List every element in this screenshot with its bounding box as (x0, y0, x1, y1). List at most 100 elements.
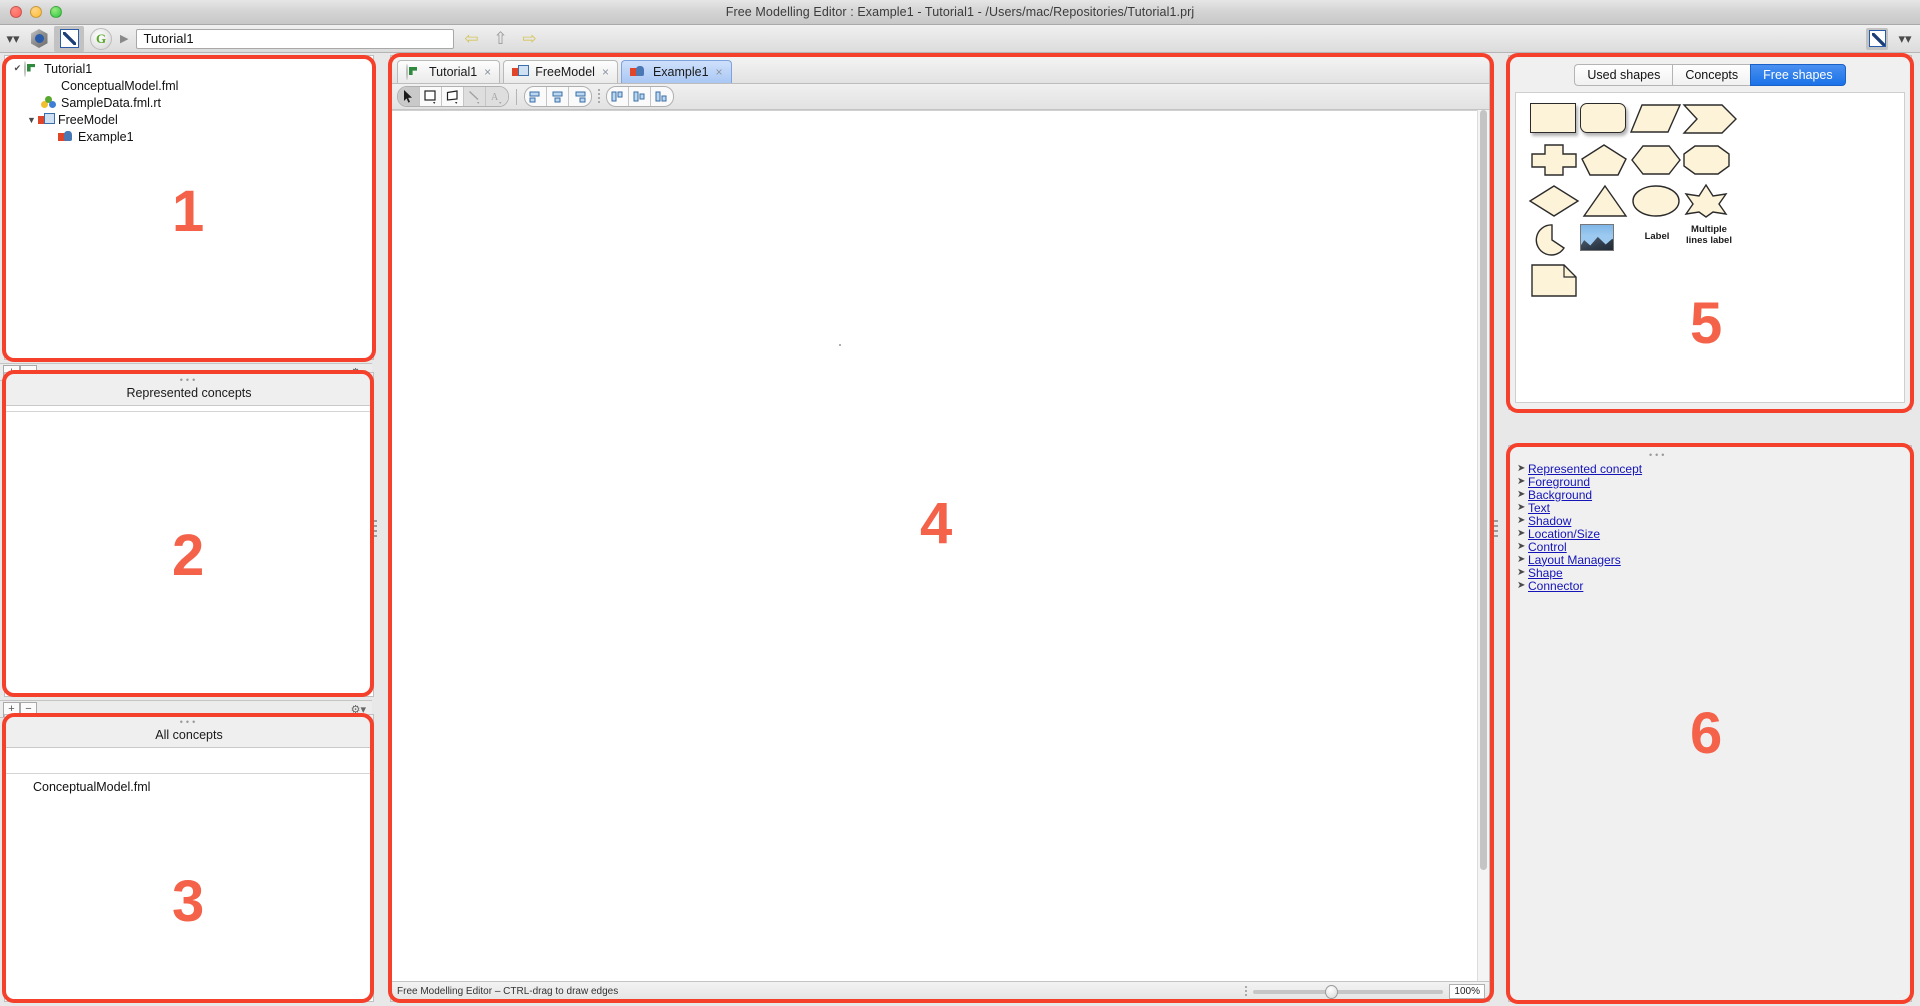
tree-row[interactable]: Example1 (5, 129, 373, 144)
pie-shape[interactable] (1528, 223, 1584, 263)
star-shape[interactable] (1682, 183, 1738, 223)
chevron-right-icon[interactable]: ➤ (1517, 463, 1528, 474)
chevron-right-icon[interactable]: ➤ (1517, 489, 1528, 500)
chevron-right-icon[interactable]: ➤ (1517, 515, 1528, 526)
scrollbar-thumb[interactable] (1480, 110, 1487, 870)
chevron-right-icon[interactable]: ➤ (1517, 554, 1528, 565)
property-label[interactable]: Location/Size (1528, 527, 1600, 541)
canvas-vertical-scrollbar[interactable] (1477, 110, 1489, 981)
diamond-shape[interactable] (1528, 183, 1584, 223)
distribute-middle-icon[interactable] (629, 87, 651, 106)
property-row-layout-managers[interactable]: ➤ Layout Managers (1517, 553, 1642, 567)
property-label[interactable]: Shadow (1528, 514, 1571, 528)
property-row-shape[interactable]: ➤ Shape (1517, 566, 1642, 580)
tab-concepts[interactable]: Concepts (1672, 64, 1751, 86)
up-button[interactable]: ⇧ (488, 29, 512, 49)
chevron-right-icon[interactable]: ➤ (1517, 502, 1528, 513)
line-tool-icon[interactable] (464, 87, 486, 106)
align-left-icon[interactable] (525, 87, 547, 106)
close-icon[interactable]: × (716, 65, 723, 79)
tree-row[interactable]: ▼ FreeModel (5, 112, 373, 127)
property-row-foreground[interactable]: ➤ Foreground (1517, 475, 1642, 489)
property-row-represented-concept[interactable]: ➤ Represented concept (1517, 462, 1642, 476)
property-label[interactable]: Background (1528, 488, 1592, 502)
label-shape[interactable]: Label (1632, 231, 1682, 271)
note-shape[interactable] (1530, 263, 1586, 303)
rounded-rectangle-shape[interactable] (1580, 103, 1636, 143)
panel-grip-icon[interactable]: ••• (5, 376, 373, 385)
all-concepts-filter-row[interactable] (5, 748, 373, 774)
double-chevron-down-icon[interactable]: ▾▾ (2, 26, 24, 52)
list-item[interactable]: ConceptualModel.fml (5, 778, 373, 796)
cube-app-icon[interactable] (24, 26, 54, 52)
tab-label: Tutorial1 (429, 65, 478, 79)
expand-arrow-icon[interactable]: ▶ (120, 32, 128, 45)
property-label[interactable]: Connector (1528, 579, 1583, 593)
chevron-right-icon[interactable]: ➤ (1517, 541, 1528, 552)
select-tool-icon[interactable] (398, 87, 420, 106)
property-row-background[interactable]: ➤ Background (1517, 488, 1642, 502)
chevron-right-icon[interactable]: ➤ (1517, 476, 1528, 487)
zoom-slider[interactable] (1253, 984, 1444, 999)
rectangle-tool-icon[interactable] (420, 87, 442, 106)
octagon-shape[interactable] (1682, 143, 1738, 183)
polygon-tool-icon[interactable] (442, 87, 464, 106)
g-badge-icon[interactable]: G (90, 27, 112, 50)
image-shape[interactable] (1580, 224, 1636, 264)
close-icon[interactable]: × (484, 65, 491, 79)
property-label[interactable]: Shape (1528, 566, 1563, 580)
left-splitter-handle[interactable] (373, 520, 377, 540)
zoom-level-value[interactable]: 100% (1449, 984, 1485, 999)
tree-twisty[interactable]: ▼ (25, 115, 38, 125)
close-icon[interactable]: × (602, 65, 609, 79)
text-tool-icon[interactable]: A (486, 87, 508, 106)
property-row-shadow[interactable]: ➤ Shadow (1517, 514, 1642, 528)
zoom-slider-knob[interactable] (1325, 984, 1339, 999)
property-label[interactable]: Represented concept (1528, 462, 1642, 476)
property-row-location-size[interactable]: ➤ Location/Size (1517, 527, 1642, 541)
tab-free-shapes[interactable]: Free shapes (1750, 64, 1846, 86)
chevron-right-icon[interactable]: ➤ (1517, 580, 1528, 591)
pentagon-shape[interactable] (1580, 143, 1636, 183)
project-tree[interactable]: ✔ Tutorial1 ConceptualModel.fml SampleDa… (5, 56, 373, 144)
distribute-top-icon[interactable] (607, 87, 629, 106)
right-splitter-handle[interactable] (1494, 520, 1498, 540)
property-label[interactable]: Layout Managers (1528, 553, 1621, 567)
editor-tab-example1[interactable]: Example1 × (620, 60, 732, 83)
hexagon-shape[interactable] (1630, 143, 1686, 183)
property-row-text[interactable]: ➤ Text (1517, 501, 1642, 515)
property-label[interactable]: Control (1528, 540, 1567, 554)
rectangle-shape[interactable] (1530, 103, 1586, 143)
property-label[interactable]: Foreground (1528, 475, 1590, 489)
tree-twisty[interactable]: ✔ (11, 63, 24, 74)
overflow-chevron-icon[interactable]: ▾▾ (1894, 26, 1916, 52)
parallelogram-shape[interactable] (1629, 103, 1686, 143)
all-concepts-list[interactable]: ConceptualModel.fml (5, 774, 373, 796)
property-row-control[interactable]: ➤ Control (1517, 540, 1642, 554)
multiline-label-shape[interactable]: Multiple lines label (1680, 224, 1738, 264)
plus-shape[interactable] (1530, 143, 1586, 183)
editor-toggle-icon[interactable] (1866, 27, 1888, 50)
property-row-connector[interactable]: ➤ Connector (1517, 579, 1642, 593)
path-input[interactable]: Tutorial1 (136, 28, 455, 49)
editor-tab-tutorial1[interactable]: Tutorial1 × (397, 60, 501, 83)
panel-grip-icon[interactable]: ••• (1649, 451, 1667, 460)
pen-editor-icon[interactable] (54, 25, 84, 52)
distribute-bottom-icon[interactable] (651, 87, 673, 106)
property-label[interactable]: Text (1528, 501, 1550, 515)
tree-row[interactable]: ConceptualModel.fml (5, 78, 373, 93)
chevron-shape[interactable] (1682, 103, 1738, 143)
align-right-icon[interactable] (569, 87, 591, 106)
chevron-right-icon[interactable]: ➤ (1517, 567, 1528, 578)
represented-concepts-list[interactable] (5, 406, 373, 412)
tab-used-shapes[interactable]: Used shapes (1574, 64, 1673, 86)
align-center-icon[interactable] (547, 87, 569, 106)
tree-row[interactable]: ✔ Tutorial1 (5, 60, 373, 77)
back-button[interactable]: ⇦ (459, 29, 483, 49)
forward-button[interactable]: ⇨ (517, 29, 541, 49)
oval-shape[interactable] (1630, 183, 1686, 223)
editor-tab-freemodel[interactable]: FreeModel × (503, 60, 618, 83)
panel-grip-icon[interactable]: ••• (5, 718, 373, 727)
tree-row[interactable]: SampleData.fml.rt (5, 95, 373, 110)
chevron-right-icon[interactable]: ➤ (1517, 528, 1528, 539)
